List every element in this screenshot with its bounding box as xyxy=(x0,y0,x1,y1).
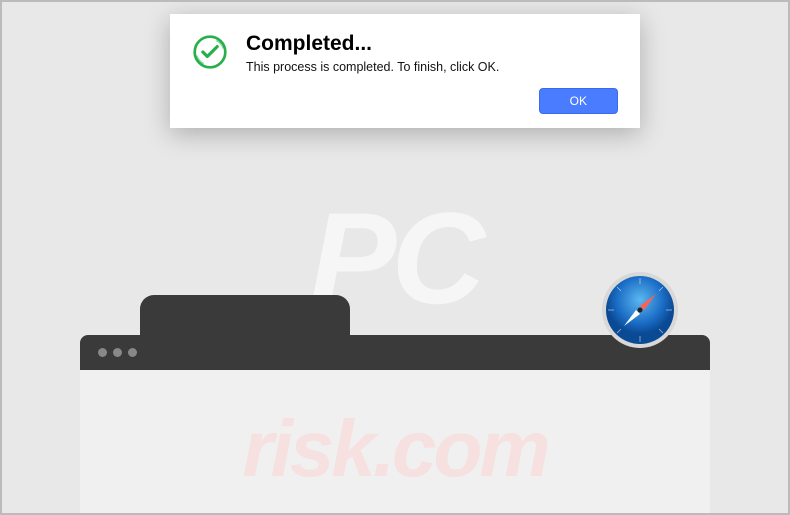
window-control-maximize[interactable] xyxy=(128,348,137,357)
window-control-minimize[interactable] xyxy=(113,348,122,357)
window-control-close[interactable] xyxy=(98,348,107,357)
browser-tab[interactable] xyxy=(140,295,350,335)
dialog-title: Completed... xyxy=(246,32,618,56)
completion-dialog: Completed... This process is completed. … xyxy=(170,14,640,128)
safari-icon xyxy=(600,270,680,350)
browser-content-area xyxy=(80,370,710,515)
dialog-message: This process is completed. To finish, cl… xyxy=(246,60,618,74)
checkmark-circle-icon xyxy=(192,34,228,70)
ok-button[interactable]: OK xyxy=(539,88,618,114)
